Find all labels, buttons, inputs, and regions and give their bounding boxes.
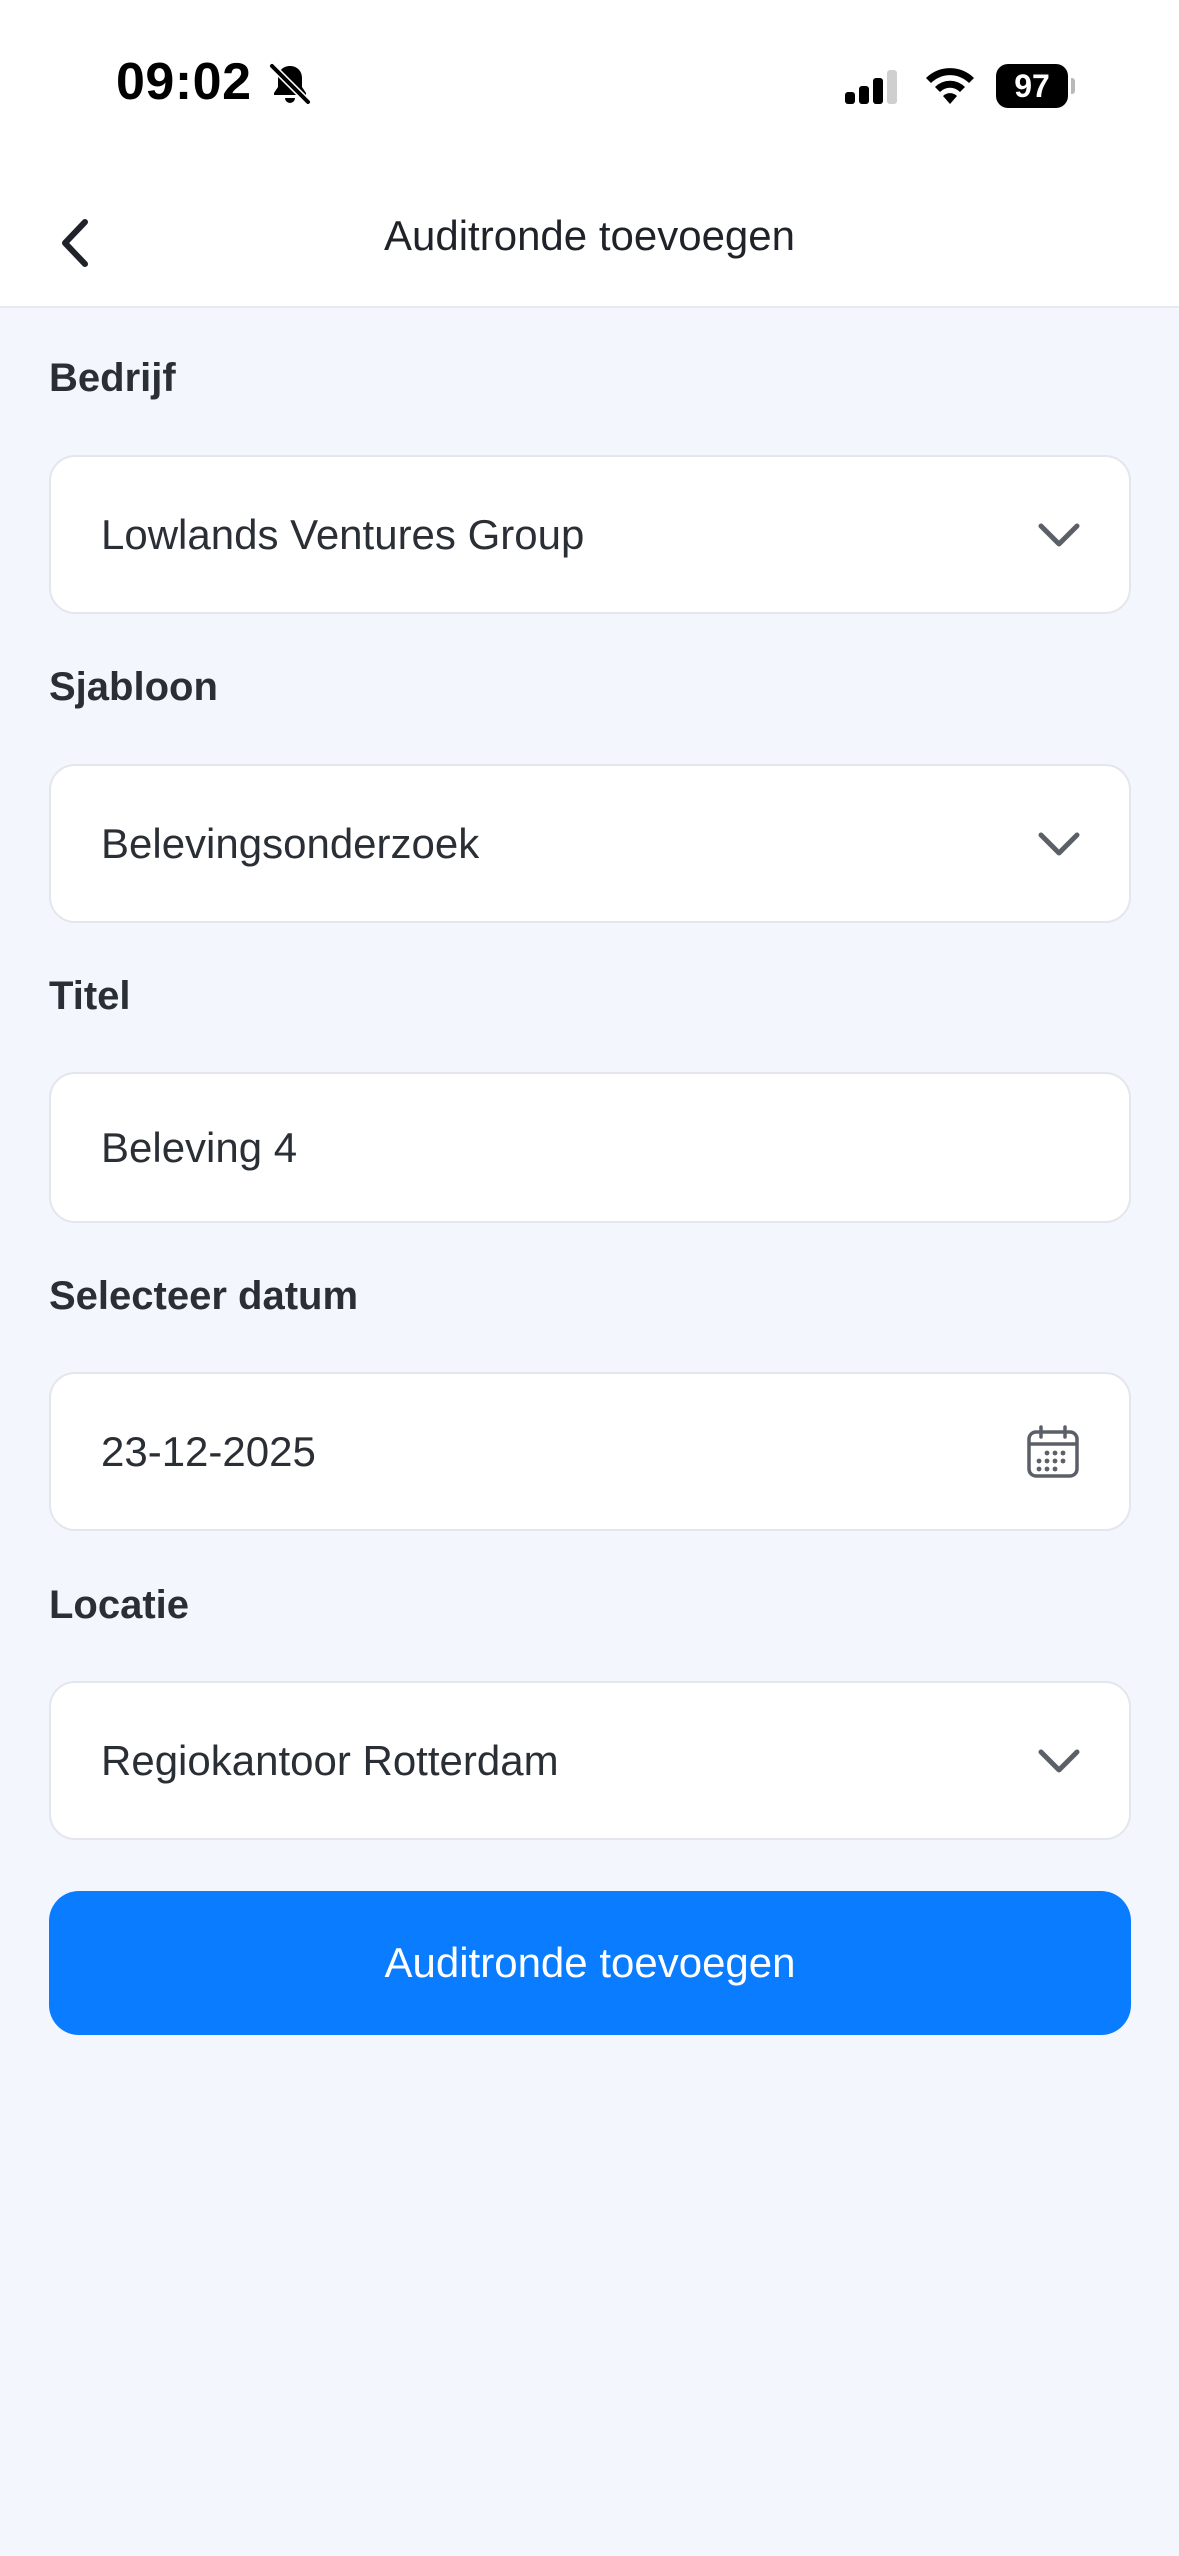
title-value: Beleving 4 <box>101 1123 298 1171</box>
location-value: Regiokantoor Rotterdam <box>101 1736 559 1784</box>
chevron-down-icon <box>1037 830 1081 858</box>
company-value: Lowlands Ventures Group <box>101 510 585 558</box>
cellular-signal-icon <box>845 70 897 104</box>
date-picker[interactable]: 23-12-2025 <box>49 1372 1131 1531</box>
company-label: Bedrijf <box>49 356 176 400</box>
battery-indicator: 97 <box>996 64 1075 108</box>
company-select[interactable]: Lowlands Ventures Group <box>49 455 1131 614</box>
top-bar: 09:02 97 Auditronde toevoegen <box>0 0 1179 308</box>
calendar-icon[interactable] <box>1025 1424 1081 1480</box>
add-audit-round-button[interactable]: Auditronde toevoegen <box>49 1891 1131 2035</box>
bell-slash-icon <box>268 62 312 106</box>
page-title: Auditronde toevoegen <box>384 212 795 259</box>
chevron-down-icon <box>1037 521 1081 549</box>
battery-tip <box>1071 78 1075 94</box>
template-value: Belevingsonderzoek <box>101 819 480 867</box>
battery-level: 97 <box>996 64 1068 108</box>
date-value: 23-12-2025 <box>101 1427 316 1475</box>
chevron-down-icon <box>1037 1747 1081 1775</box>
wifi-icon <box>926 68 974 104</box>
location-select[interactable]: Regiokantoor Rotterdam <box>49 1681 1131 1840</box>
template-label: Sjabloon <box>49 665 218 709</box>
location-label: Locatie <box>49 1583 190 1627</box>
title-input[interactable]: Beleving 4 <box>49 1072 1131 1223</box>
title-label: Titel <box>49 974 131 1018</box>
date-label: Selecteer datum <box>49 1274 359 1318</box>
template-select[interactable]: Belevingsonderzoek <box>49 764 1131 923</box>
status-time: 09:02 <box>116 53 252 111</box>
